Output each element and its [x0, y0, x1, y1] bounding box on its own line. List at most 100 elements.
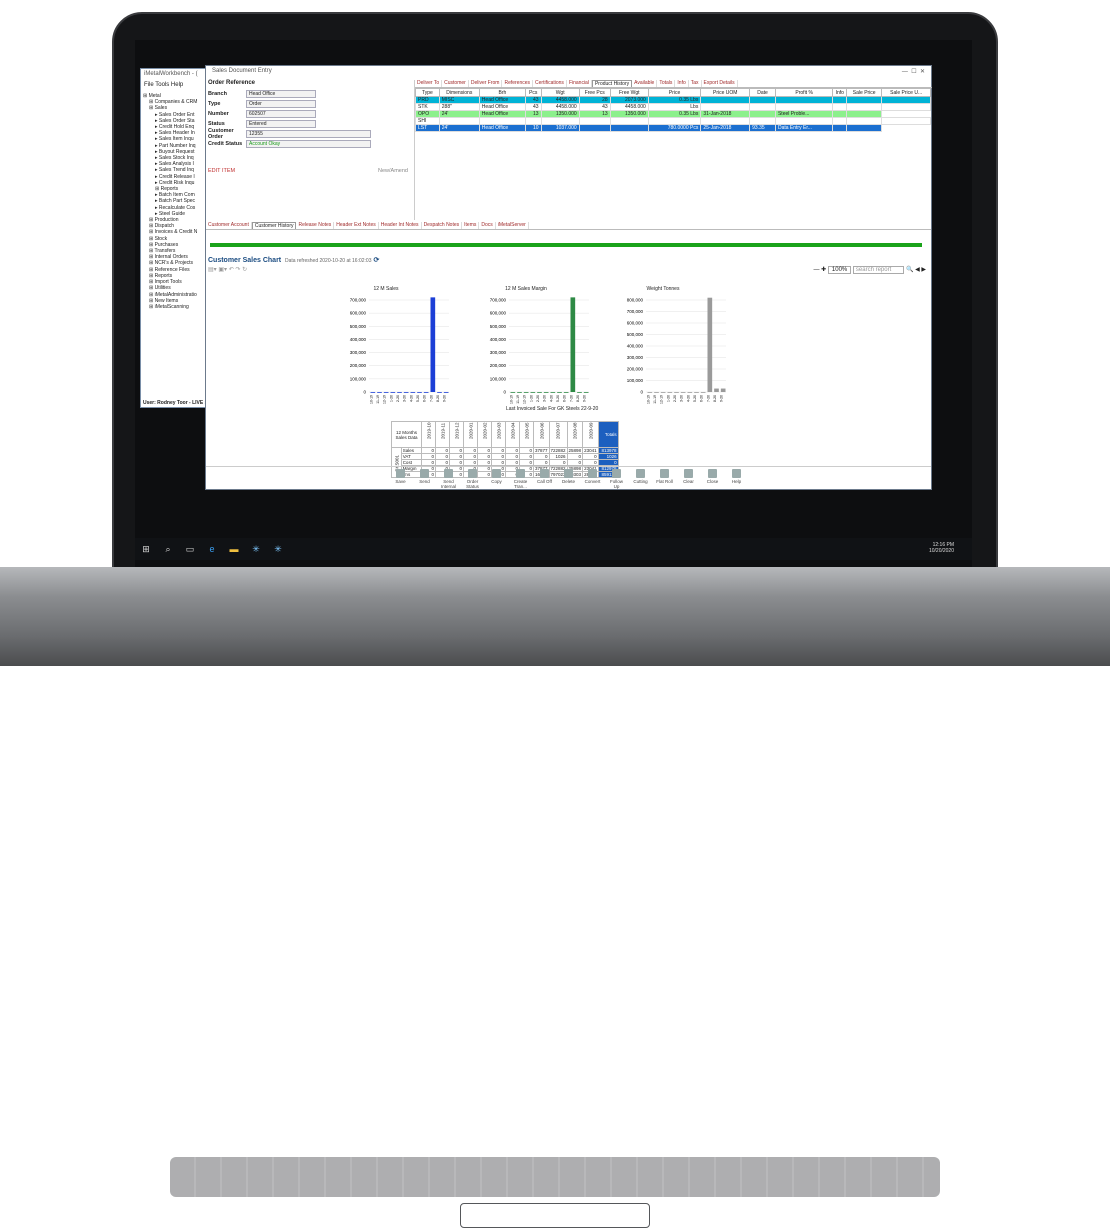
tab[interactable]: Customer Account	[206, 222, 252, 229]
toolbar-button[interactable]: Copy	[488, 467, 506, 490]
table-header[interactable]: Pcs	[524, 88, 542, 97]
table-cell	[700, 96, 751, 104]
toolbar-button[interactable]: Follow Up	[608, 467, 626, 490]
field-value[interactable]: Head Office	[246, 89, 316, 98]
table-header[interactable]: Brh	[478, 88, 526, 97]
app-icon[interactable]: ✳	[245, 544, 267, 555]
toolbar-button[interactable]: Send	[416, 467, 434, 490]
field-value[interactable]: Account Okay	[246, 139, 371, 148]
table-header[interactable]: Sale Price U...	[881, 88, 931, 97]
toolbar-button[interactable]: Send Internal	[440, 467, 458, 490]
tab[interactable]: Tax	[689, 80, 702, 87]
field-row: Credit Status Account Okay	[208, 139, 413, 148]
field-value[interactable]: Order	[246, 99, 316, 108]
tab[interactable]: Header Int Notes	[379, 222, 422, 229]
search-icon[interactable]: ⌕	[157, 544, 179, 555]
toolbar-button[interactable]: Call Off	[536, 467, 554, 490]
table-header[interactable]: Free Pcs	[578, 88, 611, 97]
tab[interactable]: Header Ext Notes	[334, 222, 379, 229]
y-tick: 100,000	[490, 376, 507, 381]
table-header[interactable]: Info	[832, 88, 848, 97]
month-header: Totals	[597, 421, 619, 448]
search-report-input[interactable]: search report	[852, 266, 905, 274]
edit-item-label: EDIT ITEM	[208, 168, 236, 174]
toolbar-button[interactable]: Convert	[584, 467, 602, 490]
tab[interactable]: Financial	[567, 80, 592, 87]
field-value[interactable]: Entered	[246, 119, 316, 128]
table-row[interactable]: SHI	[415, 117, 931, 125]
table-row[interactable]: PRD MISC Head Office 43 4458.000 28 2073.000 0.…	[415, 96, 931, 104]
table-row[interactable]: STK 288" Head Office 43 4458.000 43 4458.000 Lb…	[415, 103, 931, 111]
start-icon[interactable]: ⊞	[135, 544, 157, 555]
table-header[interactable]: Free Wgt	[609, 88, 649, 97]
table-header[interactable]: Price	[647, 88, 702, 97]
tab[interactable]: Despatch Notes	[422, 222, 463, 229]
tab[interactable]: Totals	[657, 80, 676, 87]
clock[interactable]: 12:16 PM 10/20/2020	[929, 542, 954, 554]
toolbar-button[interactable]: Flat Roll	[656, 467, 674, 490]
table-header[interactable]: Type	[415, 88, 440, 97]
app-icon-2[interactable]: ✳	[267, 544, 289, 555]
toolbar-button[interactable]: Save	[392, 467, 410, 490]
toolbar-button[interactable]: Create Tran...	[512, 467, 530, 490]
table-header[interactable]: Sale Price	[846, 88, 883, 97]
field-value[interactable]: 12355	[246, 129, 371, 138]
table-cell	[578, 117, 611, 125]
table-header[interactable]: Wgt	[540, 88, 580, 97]
toolbar-button[interactable]: Delete	[560, 467, 578, 490]
menu-tools[interactable]: Tools	[155, 82, 169, 88]
zoom-select[interactable]: 100%	[827, 266, 852, 274]
table-header[interactable]: Dimensions	[438, 88, 480, 97]
tab[interactable]: Docs	[479, 222, 496, 229]
menu-file[interactable]: File	[144, 82, 154, 88]
sales-document-window[interactable]: Sales Document Entry — ☐ ✕ Order Referenc…	[205, 65, 932, 490]
tab[interactable]: Available	[632, 80, 658, 87]
tab[interactable]: Release Notes	[296, 222, 335, 229]
new-amend-button[interactable]: New/Amend	[378, 168, 408, 174]
tab[interactable]: References	[502, 80, 534, 87]
table-header[interactable]: Profit %	[774, 88, 834, 97]
toolbar-button[interactable]: Clear	[680, 467, 698, 490]
tab[interactable]: Customer History	[251, 222, 297, 229]
report-tools-icons[interactable]: ▤▾ ▣▾ ↶ ↷ ↻	[208, 267, 247, 273]
table-header[interactable]: Date	[749, 88, 776, 97]
tab[interactable]: Customer	[442, 80, 469, 87]
tab[interactable]: Certifications	[533, 80, 567, 87]
tab[interactable]: iMetalServer	[496, 222, 529, 229]
edge-icon[interactable]: e	[201, 544, 223, 554]
tab[interactable]: Items	[462, 222, 480, 229]
table-cell: Head Office	[478, 124, 526, 132]
table-cell	[774, 103, 834, 111]
task-view-icon[interactable]: ▭	[179, 544, 201, 555]
bar	[674, 392, 679, 393]
table-cell: 288"	[438, 103, 480, 111]
progress-bar	[210, 243, 922, 247]
window-controls[interactable]: — ☐ ✕	[902, 68, 925, 76]
toolbar-button[interactable]: Order Status	[464, 467, 482, 490]
y-tick: 300,000	[490, 350, 507, 355]
search-icon[interactable]: 🔍	[906, 267, 913, 273]
tab[interactable]: Deliver From	[469, 80, 503, 87]
table-row[interactable]: OPO 24' Head Office 13 1350.000 13 1350.000 0.3…	[415, 110, 931, 118]
refresh-icon[interactable]: ⟳	[373, 257, 379, 264]
tab[interactable]: Export Details	[702, 80, 738, 87]
folder-icon[interactable]: ▬	[223, 544, 245, 554]
table-cell	[881, 117, 931, 125]
tab[interactable]: Deliver To	[415, 80, 443, 87]
table-row[interactable]: LST 24' Head Office 10 1037.000 780.0000 Pcs 2…	[415, 124, 931, 132]
toolbar-button[interactable]: Close	[704, 467, 722, 490]
tab[interactable]: Product History	[591, 80, 633, 87]
tab[interactable]: Info	[675, 80, 689, 87]
toolbar-button[interactable]: Help	[728, 467, 746, 490]
y-tick: 500,000	[350, 324, 367, 329]
y-tick: 200,000	[627, 367, 644, 372]
x-tick: 12-19	[383, 395, 387, 404]
menu-help[interactable]: Help	[171, 82, 183, 88]
x-tick: 1-20	[389, 395, 393, 402]
toolbar-button[interactable]: Cutting	[632, 467, 650, 490]
table-cell	[846, 124, 883, 132]
table-header[interactable]: Price UOM	[700, 88, 751, 97]
field-value[interactable]: 602507	[246, 109, 316, 118]
x-tick: 2-20	[536, 395, 540, 402]
button-label: Close	[706, 479, 719, 484]
